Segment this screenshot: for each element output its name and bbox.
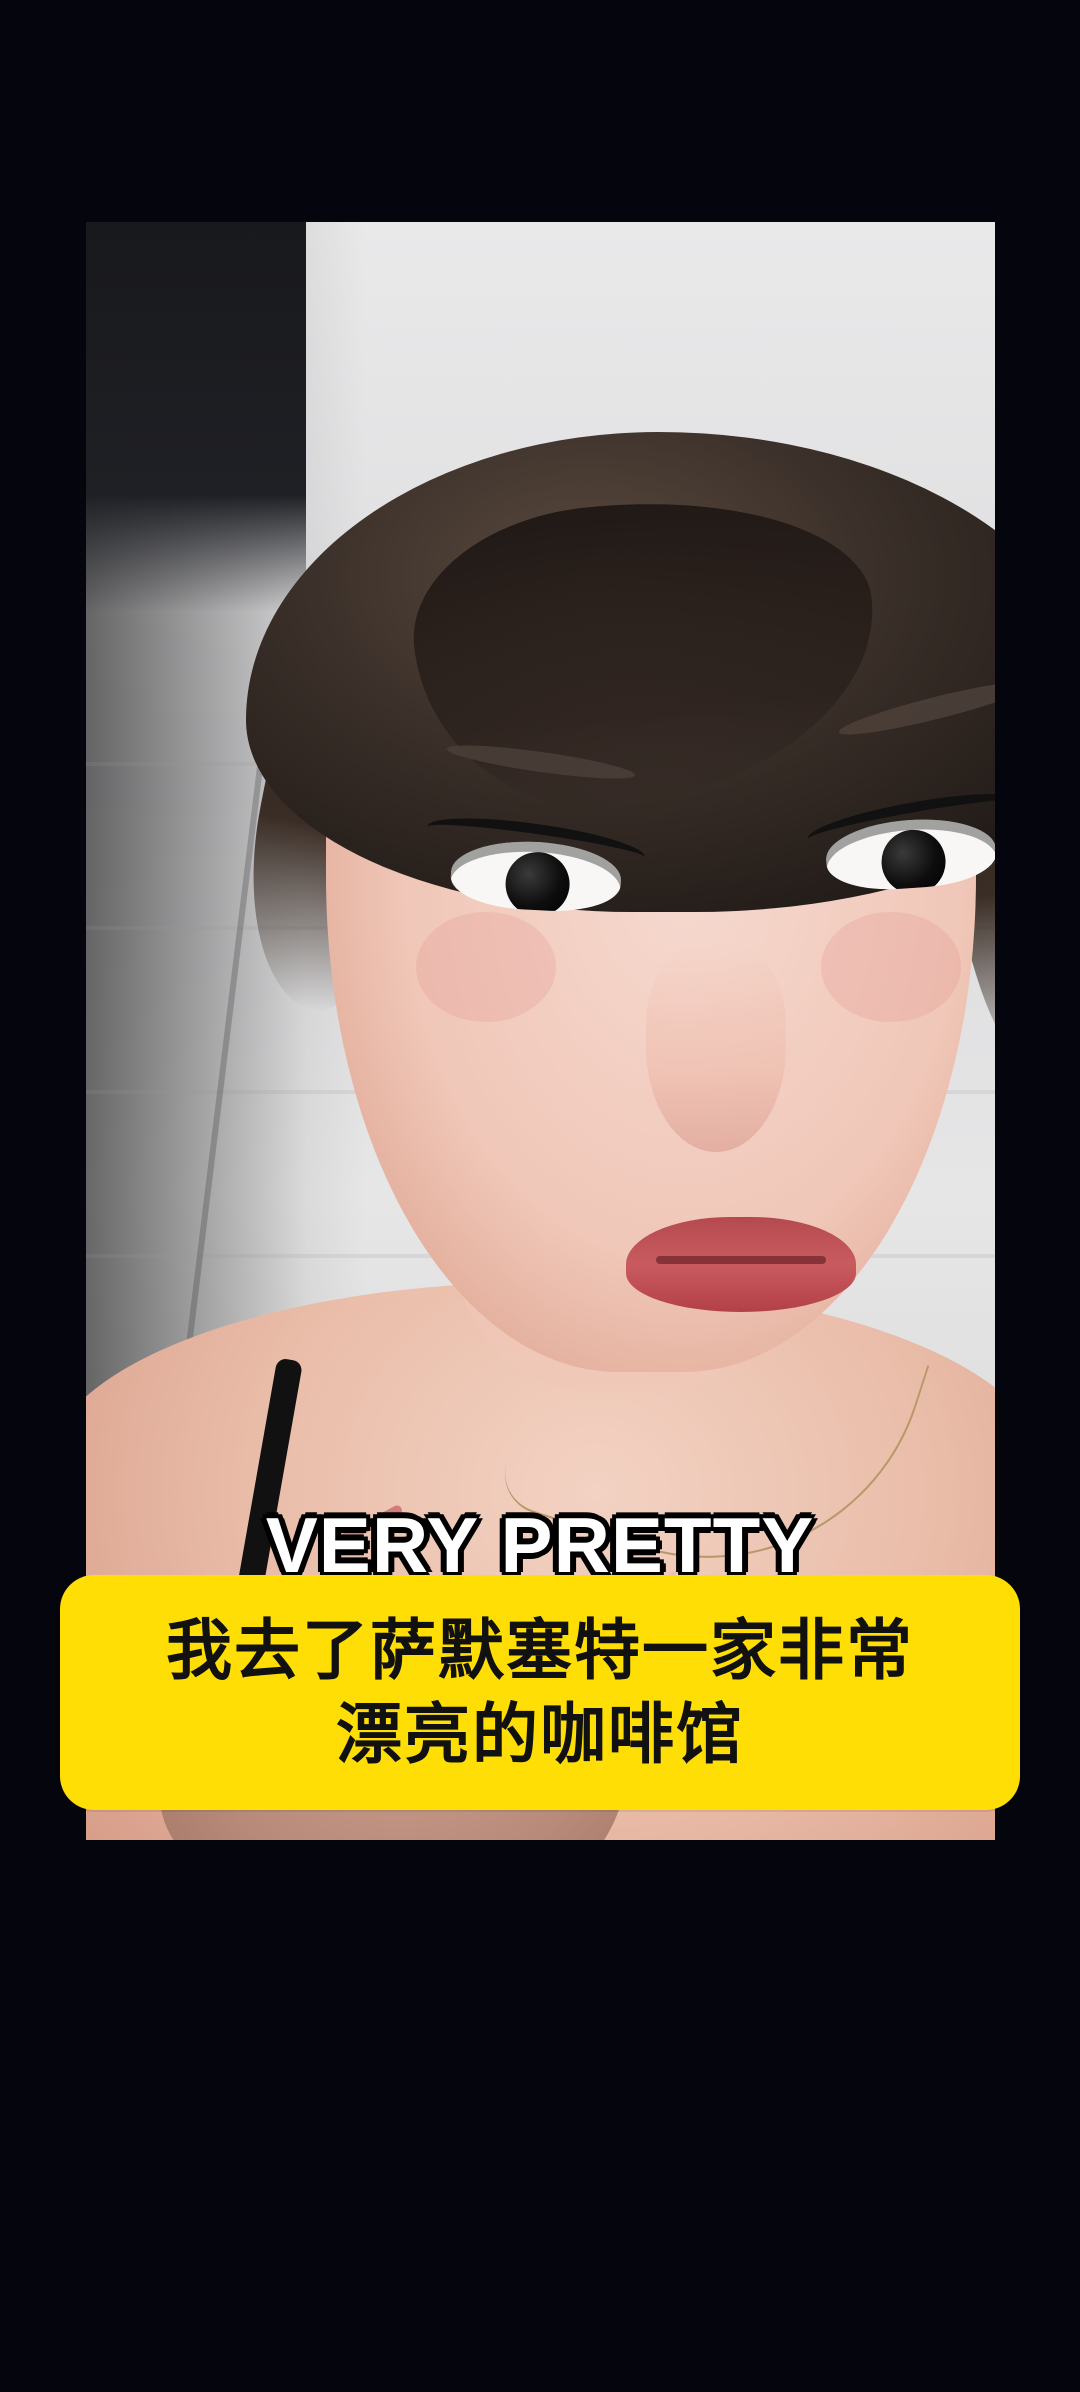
pupil-left [503, 850, 572, 915]
caption-line-1: 我去了萨默塞特一家非常 [166, 1611, 914, 1689]
person-lips [626, 1217, 856, 1312]
lip-line [656, 1256, 826, 1264]
caption-banner: 我去了萨默塞特一家非常 漂亮的咖啡馆 [60, 1575, 1020, 1810]
pupil-right [879, 827, 948, 894]
cheek-left [416, 912, 556, 1022]
cheek-right [821, 912, 961, 1022]
caption-line-2: 漂亮的咖啡馆 [336, 1695, 744, 1773]
person-nose [646, 942, 786, 1152]
video-background-dark-area [86, 222, 306, 612]
